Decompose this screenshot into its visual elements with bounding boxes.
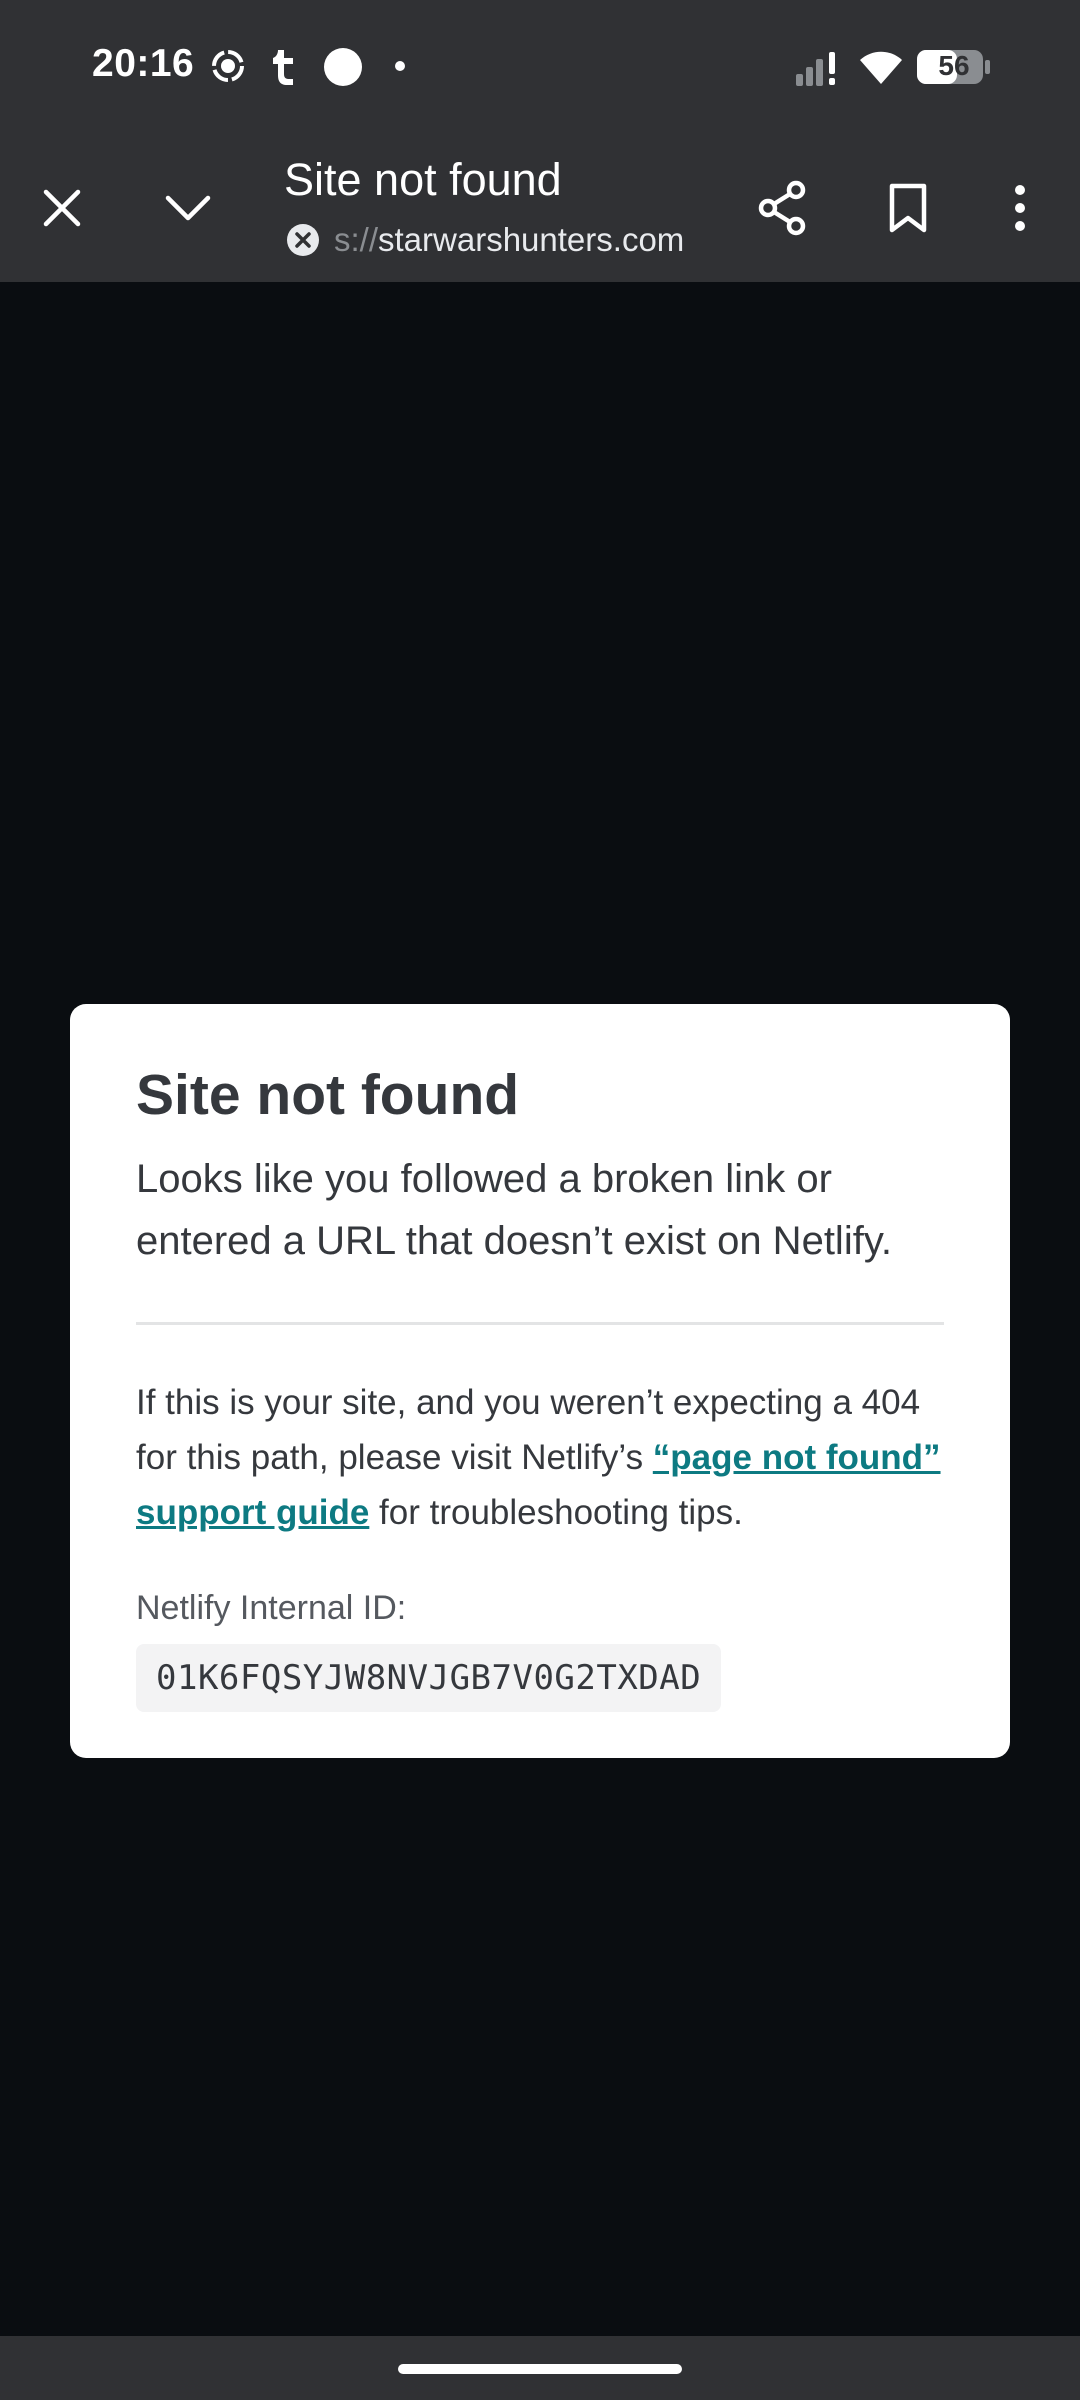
internal-id-value: 01K6FQSYJW8NVJGB7V0G2TXDAD: [136, 1644, 722, 1712]
url-text: s://starwarshunters.com: [334, 221, 684, 259]
signal-icon: [796, 50, 842, 90]
battery-level: 56: [938, 50, 970, 81]
error-card: Site not found Looks like you followed a…: [70, 1004, 1010, 1758]
status-bar: 20:16 56: [0, 0, 1080, 134]
more-options-button[interactable]: [978, 166, 1062, 250]
bookmark-button[interactable]: [866, 166, 950, 250]
error-lead: Looks like you followed a broken link or…: [136, 1157, 892, 1263]
share-icon: [758, 180, 806, 236]
close-tab-button[interactable]: [20, 166, 104, 250]
tumblr-icon: [268, 46, 302, 86]
url-bar[interactable]: s://starwarshunters.com: [286, 218, 684, 262]
internal-id-label: Netlify Internal ID:: [136, 1589, 407, 1627]
close-icon: [43, 189, 81, 227]
bookmark-icon: [889, 183, 927, 233]
browser-toolbar: Site not found s://starwarshunters.com: [0, 134, 1080, 282]
status-time: 20:16: [92, 42, 195, 85]
gesture-nav-bar: [0, 2336, 1080, 2400]
web-content: Site not found Looks like you followed a…: [0, 282, 1080, 2336]
url-scheme: s://: [334, 221, 379, 258]
share-button[interactable]: [740, 166, 824, 250]
chevron-down-icon: [165, 195, 211, 221]
error-help-text: If this is your site, and you weren’t ex…: [136, 1375, 944, 1540]
page-title: Site not found: [284, 154, 562, 205]
not-secure-icon[interactable]: [286, 223, 320, 257]
more-vert-icon: [1015, 185, 1025, 231]
url-host: starwarshunters.com: [378, 221, 685, 258]
divider: [136, 1322, 944, 1325]
minimize-button[interactable]: [146, 166, 230, 250]
home-gesture-handle[interactable]: [398, 2364, 682, 2374]
focus-mode-icon: [208, 46, 248, 86]
error-title: Site not found: [136, 1063, 520, 1127]
help-text-end: for troubleshooting tips.: [369, 1493, 743, 1532]
wifi-icon: [858, 48, 904, 88]
circle-notification-icon: [322, 46, 364, 86]
dot-icon: [394, 60, 406, 100]
